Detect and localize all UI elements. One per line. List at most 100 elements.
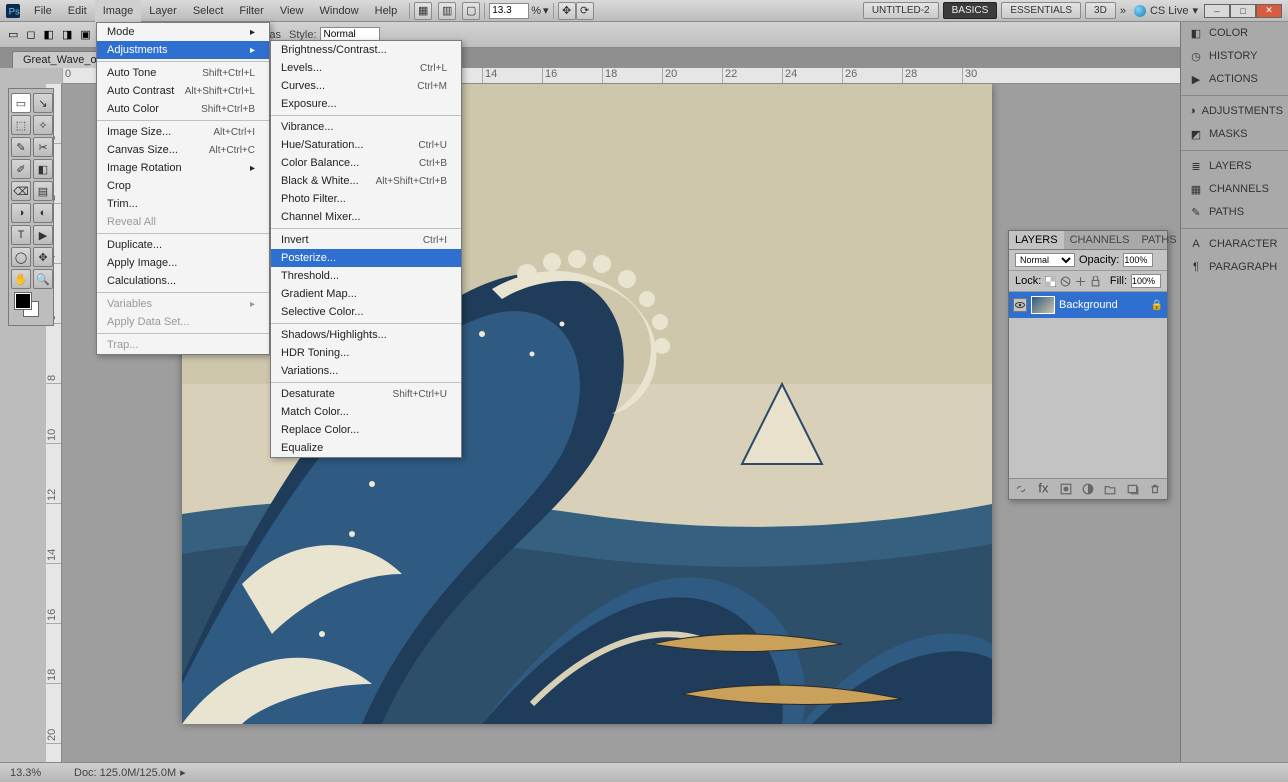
zoom-input[interactable] [489,3,529,19]
visibility-toggle-icon[interactable] [1013,298,1027,312]
menu-item-crop[interactable]: Crop [97,177,269,195]
tool-9[interactable]: ▤ [33,181,53,201]
panel-btn-paths[interactable]: ✎PATHS [1181,201,1288,224]
menu-item-replace-color[interactable]: Replace Color... [271,421,461,439]
frame-icon[interactable]: ▢ [462,2,480,20]
menu-item-hue-saturation[interactable]: Hue/Saturation...Ctrl+U [271,136,461,154]
menu-help[interactable]: Help [367,0,406,22]
panel-btn-masks[interactable]: ◩MASKS [1181,123,1288,146]
tool-5[interactable]: ✂ [33,137,53,157]
hand-icon[interactable]: ✥ [558,2,576,20]
menu-item-selective-color[interactable]: Selective Color... [271,303,461,321]
workspace-btn-untitled-2[interactable]: UNTITLED-2 [863,2,939,19]
blend-mode-select[interactable]: Normal [1015,253,1075,267]
tool-3[interactable]: ✧ [33,115,53,135]
selection-mode-intersect-icon[interactable]: ▣ [80,28,90,41]
menu-item-photo-filter[interactable]: Photo Filter... [271,190,461,208]
layers-tab-paths[interactable]: PATHS [1136,231,1183,249]
lock-all-icon[interactable] [1090,276,1101,287]
menu-layer[interactable]: Layer [141,0,185,22]
screen-mode-icon[interactable]: ▦ [414,2,432,20]
layer-row[interactable]: Background 🔒 [1009,292,1167,318]
panel-btn-paragraph[interactable]: ¶PARAGRAPH [1181,256,1288,279]
dropdown-icon[interactable]: ▾ [543,4,549,17]
menu-item-threshold[interactable]: Threshold... [271,267,461,285]
layer-mask-icon[interactable] [1060,483,1072,495]
menu-edit[interactable]: Edit [60,0,95,22]
maximize-button[interactable]: □ [1230,4,1256,18]
tool-17[interactable]: 🔍 [33,269,53,289]
menu-item-desaturate[interactable]: DesaturateShift+Ctrl+U [271,385,461,403]
new-layer-icon[interactable] [1127,483,1139,495]
menu-item-brightness-contrast[interactable]: Brightness/Contrast... [271,41,461,59]
menu-filter[interactable]: Filter [231,0,271,22]
tool-4[interactable]: ✎ [11,137,31,157]
menu-window[interactable]: Window [312,0,367,22]
tool-2[interactable]: ⬚ [11,115,31,135]
layers-panel[interactable]: LAYERSCHANNELSPATHS Normal Opacity: Lock… [1008,230,1168,500]
menu-item-black-white[interactable]: Black & White...Alt+Shift+Ctrl+B [271,172,461,190]
opacity-input[interactable] [1123,253,1153,267]
selection-mode-new-icon[interactable]: ◻ [26,28,35,41]
fill-input[interactable] [1131,274,1161,288]
foreground-color-swatch[interactable] [15,293,31,309]
menu-item-curves[interactable]: Curves...Ctrl+M [271,77,461,95]
menu-item-color-balance[interactable]: Color Balance...Ctrl+B [271,154,461,172]
layer-group-icon[interactable] [1104,483,1116,495]
lock-transparent-icon[interactable] [1045,276,1056,287]
tool-8[interactable]: ⌫ [11,181,31,201]
tool-11[interactable]: ◐ [33,203,53,223]
tool-6[interactable]: ✐ [11,159,31,179]
panel-btn-color[interactable]: ◧COLOR [1181,22,1288,45]
menu-item-gradient-map[interactable]: Gradient Map... [271,285,461,303]
menu-select[interactable]: Select [185,0,232,22]
tool-14[interactable]: ◯ [11,247,31,267]
tool-12[interactable]: T [11,225,31,245]
menu-item-match-color[interactable]: Match Color... [271,403,461,421]
menu-item-trim[interactable]: Trim... [97,195,269,213]
delete-layer-icon[interactable] [1149,483,1161,495]
minimize-button[interactable]: – [1204,4,1230,18]
menu-item-duplicate[interactable]: Duplicate... [97,236,269,254]
panel-btn-character[interactable]: ACHARACTER [1181,233,1288,256]
color-swatch[interactable] [11,291,53,321]
menu-item-image-rotation[interactable]: Image Rotation [97,159,269,177]
panel-btn-history[interactable]: ◷HISTORY [1181,45,1288,68]
menu-item-exposure[interactable]: Exposure... [271,95,461,113]
menu-item-image-size[interactable]: Image Size...Alt+Ctrl+I [97,123,269,141]
adjustment-layer-icon[interactable] [1082,483,1094,495]
layer-style-icon[interactable]: fx [1037,483,1049,495]
panel-btn-actions[interactable]: ▶ACTIONS [1181,68,1288,91]
workspace-menu-icon[interactable]: » [1120,5,1126,17]
menu-item-auto-tone[interactable]: Auto ToneShift+Ctrl+L [97,64,269,82]
menu-item-auto-color[interactable]: Auto ColorShift+Ctrl+B [97,100,269,118]
menu-item-hdr-toning[interactable]: HDR Toning... [271,344,461,362]
menu-image[interactable]: Image [95,0,142,22]
arrange-icon[interactable]: ▥ [438,2,456,20]
tool-10[interactable]: ◑ [11,203,31,223]
layers-tab-layers[interactable]: LAYERS [1009,231,1064,249]
menu-item-equalize[interactable]: Equalize [271,439,461,457]
lock-image-icon[interactable] [1060,276,1071,287]
active-tool-icon[interactable]: ▭ [8,28,18,41]
adjustments-submenu[interactable]: Brightness/Contrast...Levels...Ctrl+LCur… [270,40,462,458]
tool-16[interactable]: ✋ [11,269,31,289]
menu-item-levels[interactable]: Levels...Ctrl+L [271,59,461,77]
menu-item-apply-image[interactable]: Apply Image... [97,254,269,272]
image-menu-dropdown[interactable]: ModeAdjustmentsAuto ToneShift+Ctrl+LAuto… [96,22,270,355]
menu-item-auto-contrast[interactable]: Auto ContrastAlt+Shift+Ctrl+L [97,82,269,100]
layers-tab-channels[interactable]: CHANNELS [1064,231,1136,249]
panel-btn-layers[interactable]: ≣LAYERS [1181,155,1288,178]
status-zoom[interactable]: 13.3% [10,767,60,779]
menu-item-variations[interactable]: Variations... [271,362,461,380]
workspace-btn-3d[interactable]: 3D [1085,2,1116,19]
link-layers-icon[interactable] [1015,483,1027,495]
menu-item-channel-mixer[interactable]: Channel Mixer... [271,208,461,226]
menu-item-canvas-size[interactable]: Canvas Size...Alt+Ctrl+C [97,141,269,159]
selection-mode-add-icon[interactable]: ◧ [44,28,54,41]
menu-item-adjustments[interactable]: Adjustments [97,41,269,59]
menu-item-mode[interactable]: Mode [97,23,269,41]
tool-15[interactable]: ✥ [33,247,53,267]
panel-btn-channels[interactable]: ▦CHANNELS [1181,178,1288,201]
tool-0[interactable]: ▭ [11,93,31,113]
